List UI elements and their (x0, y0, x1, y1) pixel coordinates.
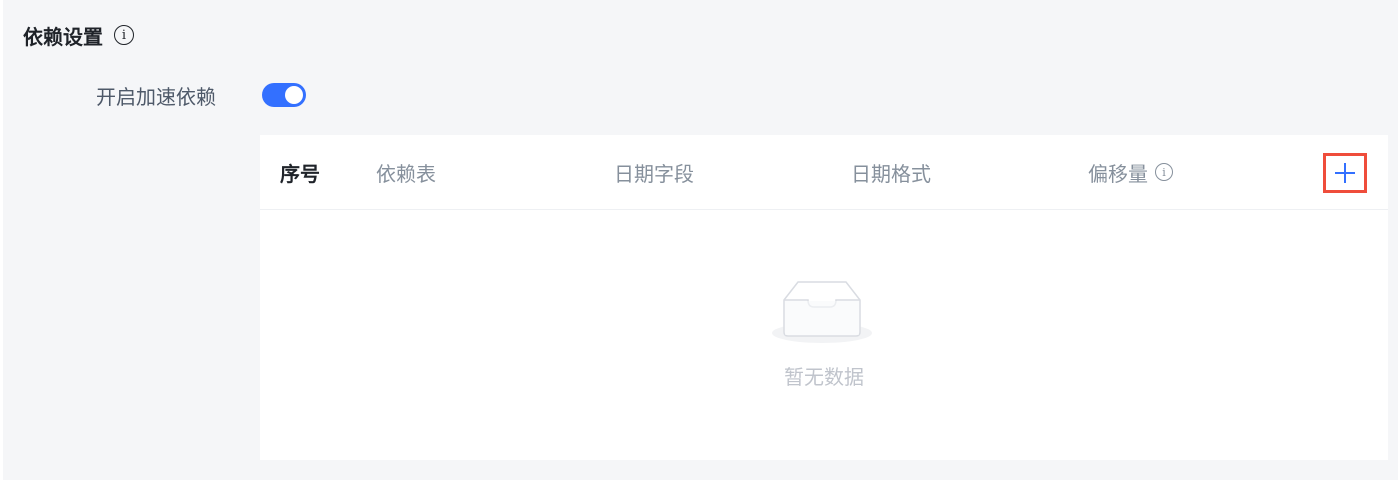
dependency-table: 序号 依赖表 日期字段 日期格式 偏移量 i 暂无数据 (260, 135, 1388, 460)
info-circle-icon[interactable]: i (114, 25, 134, 45)
table-header: 序号 依赖表 日期字段 日期格式 偏移量 i (260, 135, 1388, 210)
add-row-button[interactable] (1323, 153, 1367, 193)
column-header-index: 序号 (280, 161, 320, 186)
info-circle-icon[interactable]: i (1155, 163, 1173, 181)
empty-state: 暂无数据 (260, 210, 1388, 460)
accelerate-dependency-label: 开启加速依赖 (96, 84, 216, 109)
column-header-date-format: 日期格式 (851, 161, 931, 186)
empty-inbox-icon (772, 281, 872, 343)
empty-state-text: 暂无数据 (784, 365, 864, 389)
column-header-offset: 偏移量 i (1088, 135, 1173, 209)
switch-knob (285, 86, 303, 104)
column-header-dependency-table: 依赖表 (376, 161, 436, 186)
accelerate-dependency-row: 开启加速依赖 (96, 80, 306, 110)
column-header-offset-label: 偏移量 (1088, 161, 1148, 186)
column-header-date-field: 日期字段 (614, 161, 694, 186)
dependency-settings-panel: 依赖设置 i 开启加速依赖 序号 依赖表 日期字段 日期格式 偏移量 i 暂无数… (3, 0, 1398, 480)
section-header: 依赖设置 i (23, 20, 134, 50)
accelerate-dependency-switch[interactable] (262, 83, 306, 107)
plus-icon (1335, 163, 1355, 183)
section-title: 依赖设置 (23, 24, 103, 49)
